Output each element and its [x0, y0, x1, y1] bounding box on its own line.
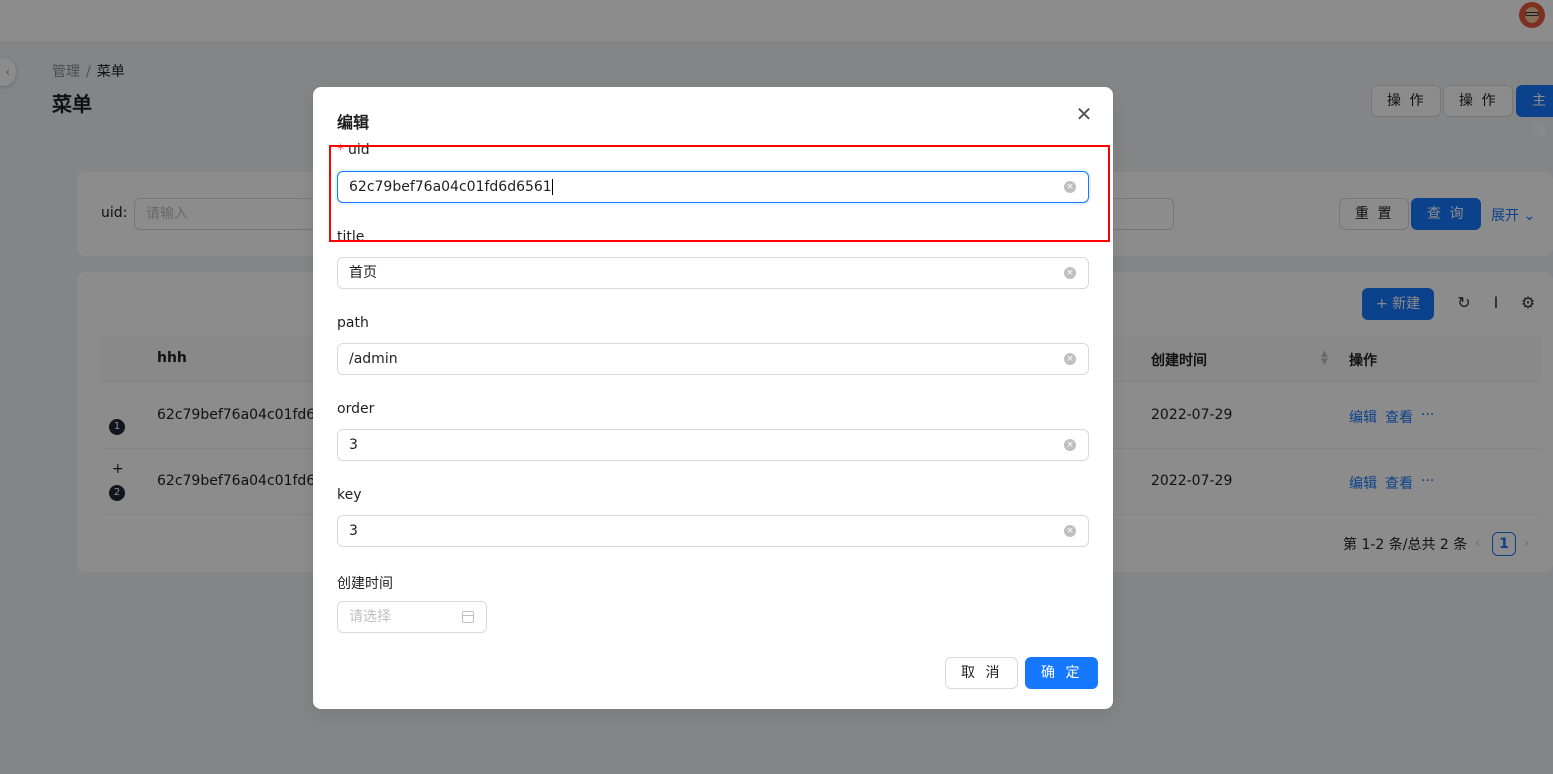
highlight-box	[329, 145, 1110, 242]
modal-title: 编辑	[337, 113, 370, 132]
path-field-label: path	[337, 315, 369, 331]
created-date-picker[interactable]: 请选择	[337, 601, 487, 633]
clear-icon[interactable]: ×	[1064, 525, 1076, 537]
cancel-button[interactable]: 取 消	[945, 657, 1019, 689]
path-input-value: /admin	[349, 351, 398, 367]
clear-icon[interactable]: ×	[1064, 439, 1076, 451]
clear-icon[interactable]: ×	[1064, 267, 1076, 279]
clear-icon[interactable]: ×	[1064, 353, 1076, 365]
key-input-value: 3	[349, 523, 358, 539]
path-input[interactable]: /admin ×	[337, 343, 1089, 375]
calendar-icon	[462, 611, 474, 623]
order-input[interactable]: 3 ×	[337, 429, 1089, 461]
title-input[interactable]: 首页 ×	[337, 257, 1089, 289]
created-field-label: 创建时间	[337, 576, 393, 592]
title-input-value: 首页	[349, 265, 377, 281]
key-field-label: key	[337, 487, 362, 503]
order-field-label: order	[337, 401, 375, 417]
date-placeholder: 请选择	[349, 609, 391, 625]
order-input-value: 3	[349, 437, 358, 453]
close-icon[interactable]: ✕	[1073, 103, 1095, 125]
key-input[interactable]: 3 ×	[337, 515, 1089, 547]
ok-button[interactable]: 确 定	[1025, 657, 1099, 689]
